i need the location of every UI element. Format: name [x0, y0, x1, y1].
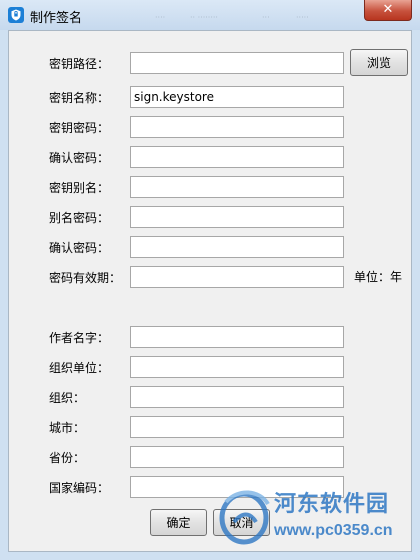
ok-button[interactable]: 确定: [150, 509, 207, 536]
cancel-button[interactable]: 取消: [213, 509, 270, 536]
title-bar[interactable]: 制作签名 ···· ·· ········ ··· ····· ✕: [0, 0, 420, 30]
alias-password-input[interactable]: [130, 206, 344, 228]
city-label: 城市：: [49, 421, 86, 435]
confirm-key-password-label: 确认密码：: [49, 151, 110, 165]
org-unit-input[interactable]: [130, 356, 344, 378]
background-window-text-blur: ···: [262, 13, 270, 22]
key-name-input[interactable]: [130, 86, 344, 108]
key-password-label: 密钥密码：: [49, 121, 110, 135]
confirm-key-password-input[interactable]: [130, 146, 344, 168]
validity-unit-label: 单位：年: [354, 270, 403, 284]
confirm-alias-password-input[interactable]: [130, 236, 344, 258]
validity-label: 密码有效期：: [49, 271, 122, 285]
window-title: 制作签名: [30, 11, 83, 26]
validity-input[interactable]: [130, 266, 344, 288]
close-button[interactable]: ✕: [364, 0, 412, 21]
key-alias-label: 密钥别名：: [49, 181, 110, 195]
org-unit-label: 组织单位：: [49, 361, 110, 375]
province-input[interactable]: [130, 446, 344, 468]
background-window-text-blur: ·····: [296, 13, 309, 22]
background-window-text-blur: ····: [155, 13, 166, 22]
key-password-input[interactable]: [130, 116, 344, 138]
key-path-label: 密钥路径：: [49, 57, 110, 71]
background-window-text-blur: ·· ········: [190, 13, 218, 22]
key-path-input[interactable]: [130, 52, 344, 74]
country-code-label: 国家编码：: [49, 481, 110, 495]
key-alias-input[interactable]: [130, 176, 344, 198]
confirm-alias-password-label: 确认密码：: [49, 241, 110, 255]
country-code-input[interactable]: [130, 476, 344, 498]
dialog-body: 密钥路径： 浏览 密钥名称： 密钥密码： 确认密码： 密钥别名： 别名密码： 确…: [8, 30, 412, 552]
city-input[interactable]: [130, 416, 344, 438]
key-name-label: 密钥名称：: [49, 91, 110, 105]
organization-input[interactable]: [130, 386, 344, 408]
author-name-label: 作者名字：: [49, 331, 110, 345]
author-name-input[interactable]: [130, 326, 344, 348]
alias-password-label: 别名密码：: [49, 211, 110, 225]
shield-icon: [8, 7, 24, 23]
browse-button[interactable]: 浏览: [350, 49, 408, 76]
organization-label: 组织：: [49, 391, 86, 405]
province-label: 省份：: [49, 451, 86, 465]
